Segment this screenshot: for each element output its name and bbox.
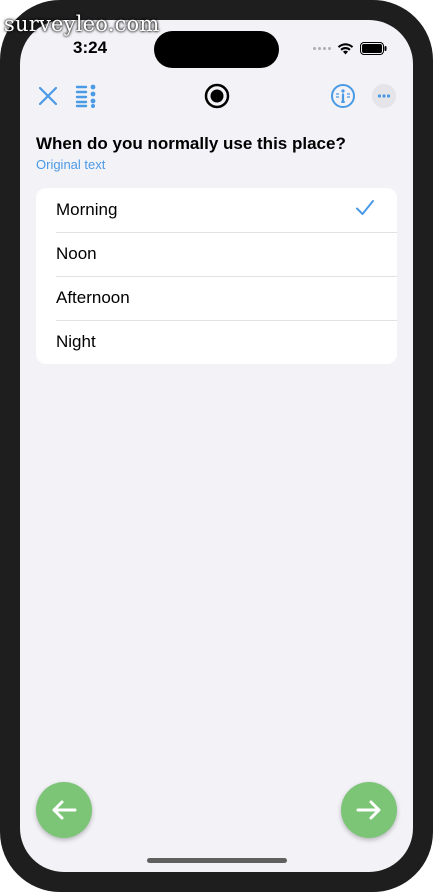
wifi-icon — [337, 42, 354, 54]
close-icon[interactable] — [38, 86, 58, 106]
list-icon[interactable] — [75, 84, 97, 108]
option-afternoon[interactable]: Afternoon — [36, 276, 397, 320]
status-icons — [313, 42, 387, 55]
arrow-left-icon — [52, 800, 77, 820]
option-label: Noon — [56, 244, 97, 263]
info-icon[interactable] — [330, 83, 356, 109]
arrow-right-icon — [356, 800, 381, 820]
dynamic-island — [154, 31, 279, 68]
next-button[interactable] — [341, 782, 397, 838]
checkmark-icon — [356, 200, 374, 215]
battery-icon — [360, 42, 387, 55]
option-noon[interactable]: Noon — [36, 232, 397, 276]
option-morning[interactable]: Morning — [36, 188, 397, 232]
screen: 3:24 When do you normally use this place… — [20, 20, 413, 872]
options-list: Morning Noon Afternoon Night — [36, 188, 397, 364]
home-indicator — [147, 858, 287, 863]
original-text-link[interactable]: Original text — [36, 157, 105, 172]
option-label: Morning — [56, 200, 118, 219]
option-night[interactable]: Night — [36, 320, 397, 364]
watermark: surveyleo.com — [4, 12, 160, 36]
question-title: When do you normally use this place? — [36, 134, 346, 153]
record-icon[interactable] — [204, 83, 230, 109]
back-button[interactable] — [36, 782, 92, 838]
phone-frame: 3:24 When do you normally use this place… — [0, 0, 433, 892]
option-label: Afternoon — [56, 288, 130, 307]
cellular-signal-icon — [313, 47, 331, 50]
more-icon[interactable] — [372, 84, 396, 108]
option-label: Night — [56, 332, 96, 351]
status-time: 3:24 — [73, 38, 108, 57]
